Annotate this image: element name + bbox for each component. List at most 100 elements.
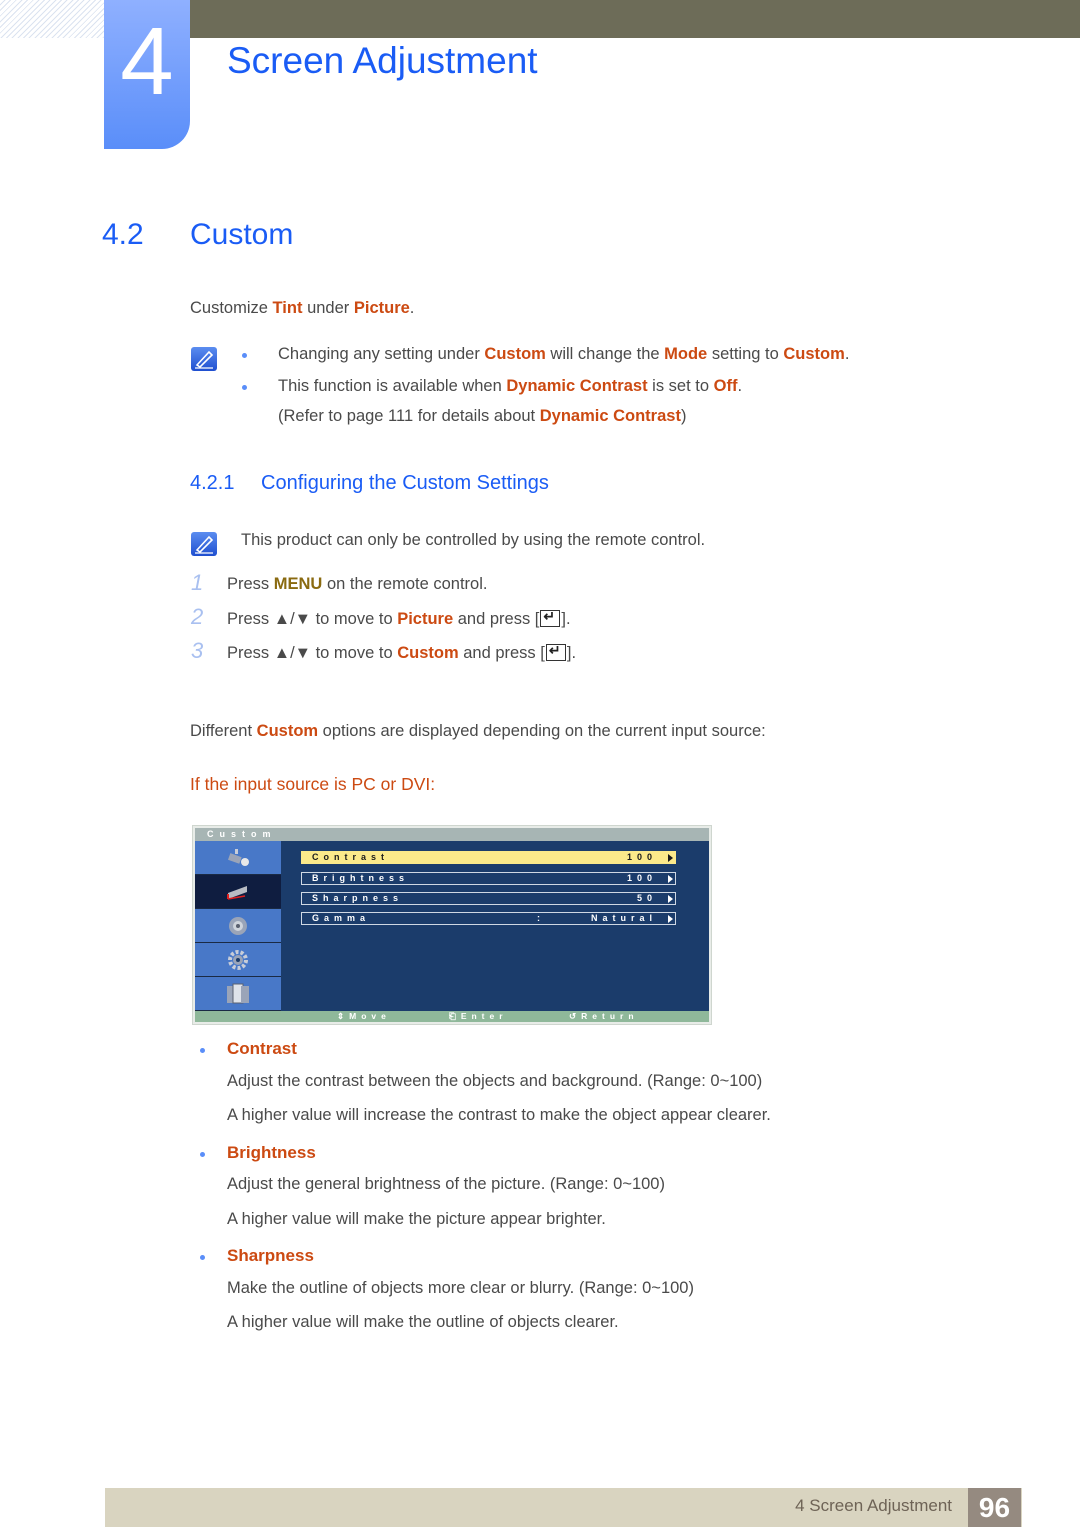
bullet [242,385,247,390]
note-icon [191,532,217,556]
osd-footer: ⇕Move ⎗Enter ↺Return [195,1011,709,1022]
highlight-tint: Tint [272,299,303,317]
subsection-number: 4.2.1 [190,472,235,494]
osd-row-value: Natural [590,913,657,923]
item-desc: Make the outline of objects more clear o… [227,1279,694,1297]
arrow-right-icon [668,915,673,923]
page-number: 96 [968,1488,1021,1527]
osd-row-label: Gamma [312,913,371,923]
header-hatch-decoration [0,0,104,38]
text: setting to [707,345,784,363]
arrow-right-icon [668,875,673,883]
highlight: Mode [664,345,708,363]
highlight: Dynamic Contrast [506,377,648,395]
highlight: Off [713,377,738,395]
text: . [737,377,743,395]
picture-icon [227,885,247,900]
step-3: Press ▲/▼ to move to Custom and press []… [227,642,576,663]
highlight: Custom [783,345,845,363]
osd-row-sharpness[interactable]: Sharpness 50 [301,892,676,905]
item-desc: A higher value will make the outline of … [227,1313,619,1331]
osd-row-label: Sharpness [312,893,404,903]
subsection-title: Configuring the Custom Settings [261,472,549,494]
highlight-menu: MENU [273,575,323,593]
highlight-picture: Picture [353,299,410,317]
item-desc: Adjust the contrast between the objects … [227,1072,763,1090]
osd-row-value: 100 [626,852,657,862]
text: Different [190,722,257,740]
note-icon [191,347,217,371]
page-footer: 4 Screen Adjustment 96 [105,1488,1022,1527]
note-reference: (Refer to page 111 for details about Dyn… [278,407,686,426]
different-options-text: Different Custom options are displayed d… [190,722,766,741]
section-intro: Customize Tint under Picture. [190,299,414,318]
arrow-right-icon [668,854,673,862]
osd-title-bar: Custom [195,828,709,841]
enter-key-icon [540,608,561,627]
osd-row-gamma[interactable]: Gamma : Natural [301,912,676,925]
chapter-badge: 4 [104,0,190,149]
text: will change the [545,345,665,363]
footer-chapter-label: 4 Screen Adjustment [795,1496,952,1515]
item-desc: A higher value will make the picture app… [227,1210,606,1228]
item-title-contrast: Contrast [227,1039,297,1058]
text: on the remote control. [322,575,488,593]
speaker-icon [229,916,247,935]
text: Customize [190,299,273,317]
osd-row-label: Contrast [312,852,390,862]
osd-tab-setup [195,943,281,977]
item-title-sharpness: Sharpness [227,1246,314,1265]
text: Press [227,575,274,593]
text: and press [ [458,644,545,662]
gear-icon [228,949,248,970]
note-item: This function is available when Dynamic … [278,377,742,396]
step-number: 1 [191,570,204,595]
osd-content: Contrast 100 Brightness 100 Sharpness 50… [281,841,709,1011]
osd-row-contrast[interactable]: Contrast 100 [301,851,676,864]
highlight: Custom [484,345,546,363]
item-title-brightness: Brightness [227,1143,316,1162]
text: Changing any setting under [278,345,485,363]
osd-tab-input [195,841,281,875]
note-item: Changing any setting under Custom will c… [278,345,849,364]
osd-row-value: 50 [636,893,657,903]
arrow-right-icon [668,895,673,903]
text: . [844,345,850,363]
step-number: 3 [191,638,204,663]
highlight: Custom [397,644,459,662]
text: under [302,299,354,317]
return-icon: ↺ [569,1011,582,1021]
plug-icon [227,848,249,866]
text: . [409,299,415,317]
remote-note: This product can only be controlled by u… [241,531,706,549]
text: This function is available when [278,377,507,395]
item-desc: Adjust the general brightness of the pic… [227,1175,665,1193]
osd-row-brightness[interactable]: Brightness 100 [301,872,676,885]
step-2: Press ▲/▼ to move to Picture and press [… [227,608,571,629]
bullet [200,1255,205,1260]
osd-row-value: 100 [626,873,657,883]
highlight: Custom [256,722,319,740]
bullet [242,353,247,358]
highlight-link[interactable]: Dynamic Contrast [540,407,681,425]
osd-enter-hint: ⎗Enter [449,1011,508,1022]
chapter-number: 4 [120,8,174,115]
osd-sidebar [195,841,281,1011]
osd-tab-picture [195,875,281,909]
osd-move-hint: ⇕Move [337,1011,391,1021]
input-source-heading: If the input source is PC or DVI: [190,774,436,794]
text: Press ▲/▼ to move to [227,610,398,628]
bullet [200,1048,205,1053]
header-bar [190,0,1080,38]
osd-menu-screenshot: Custom Contrast 100 Brightness 100 Sharp… [192,825,712,1025]
section-title: Custom [190,218,294,251]
enter-icon: ⎗ [449,1011,461,1021]
enter-key-icon [545,642,566,661]
text: (Refer to page 111 for details about [278,407,540,425]
item-desc: A higher value will increase the contras… [227,1106,771,1124]
text: Press ▲/▼ to move to [227,644,398,662]
text: ]. [561,610,571,628]
step-number: 2 [191,604,204,629]
osd-enter-label: Enter [460,1011,508,1021]
text: options are displayed depending on the c… [318,722,766,740]
